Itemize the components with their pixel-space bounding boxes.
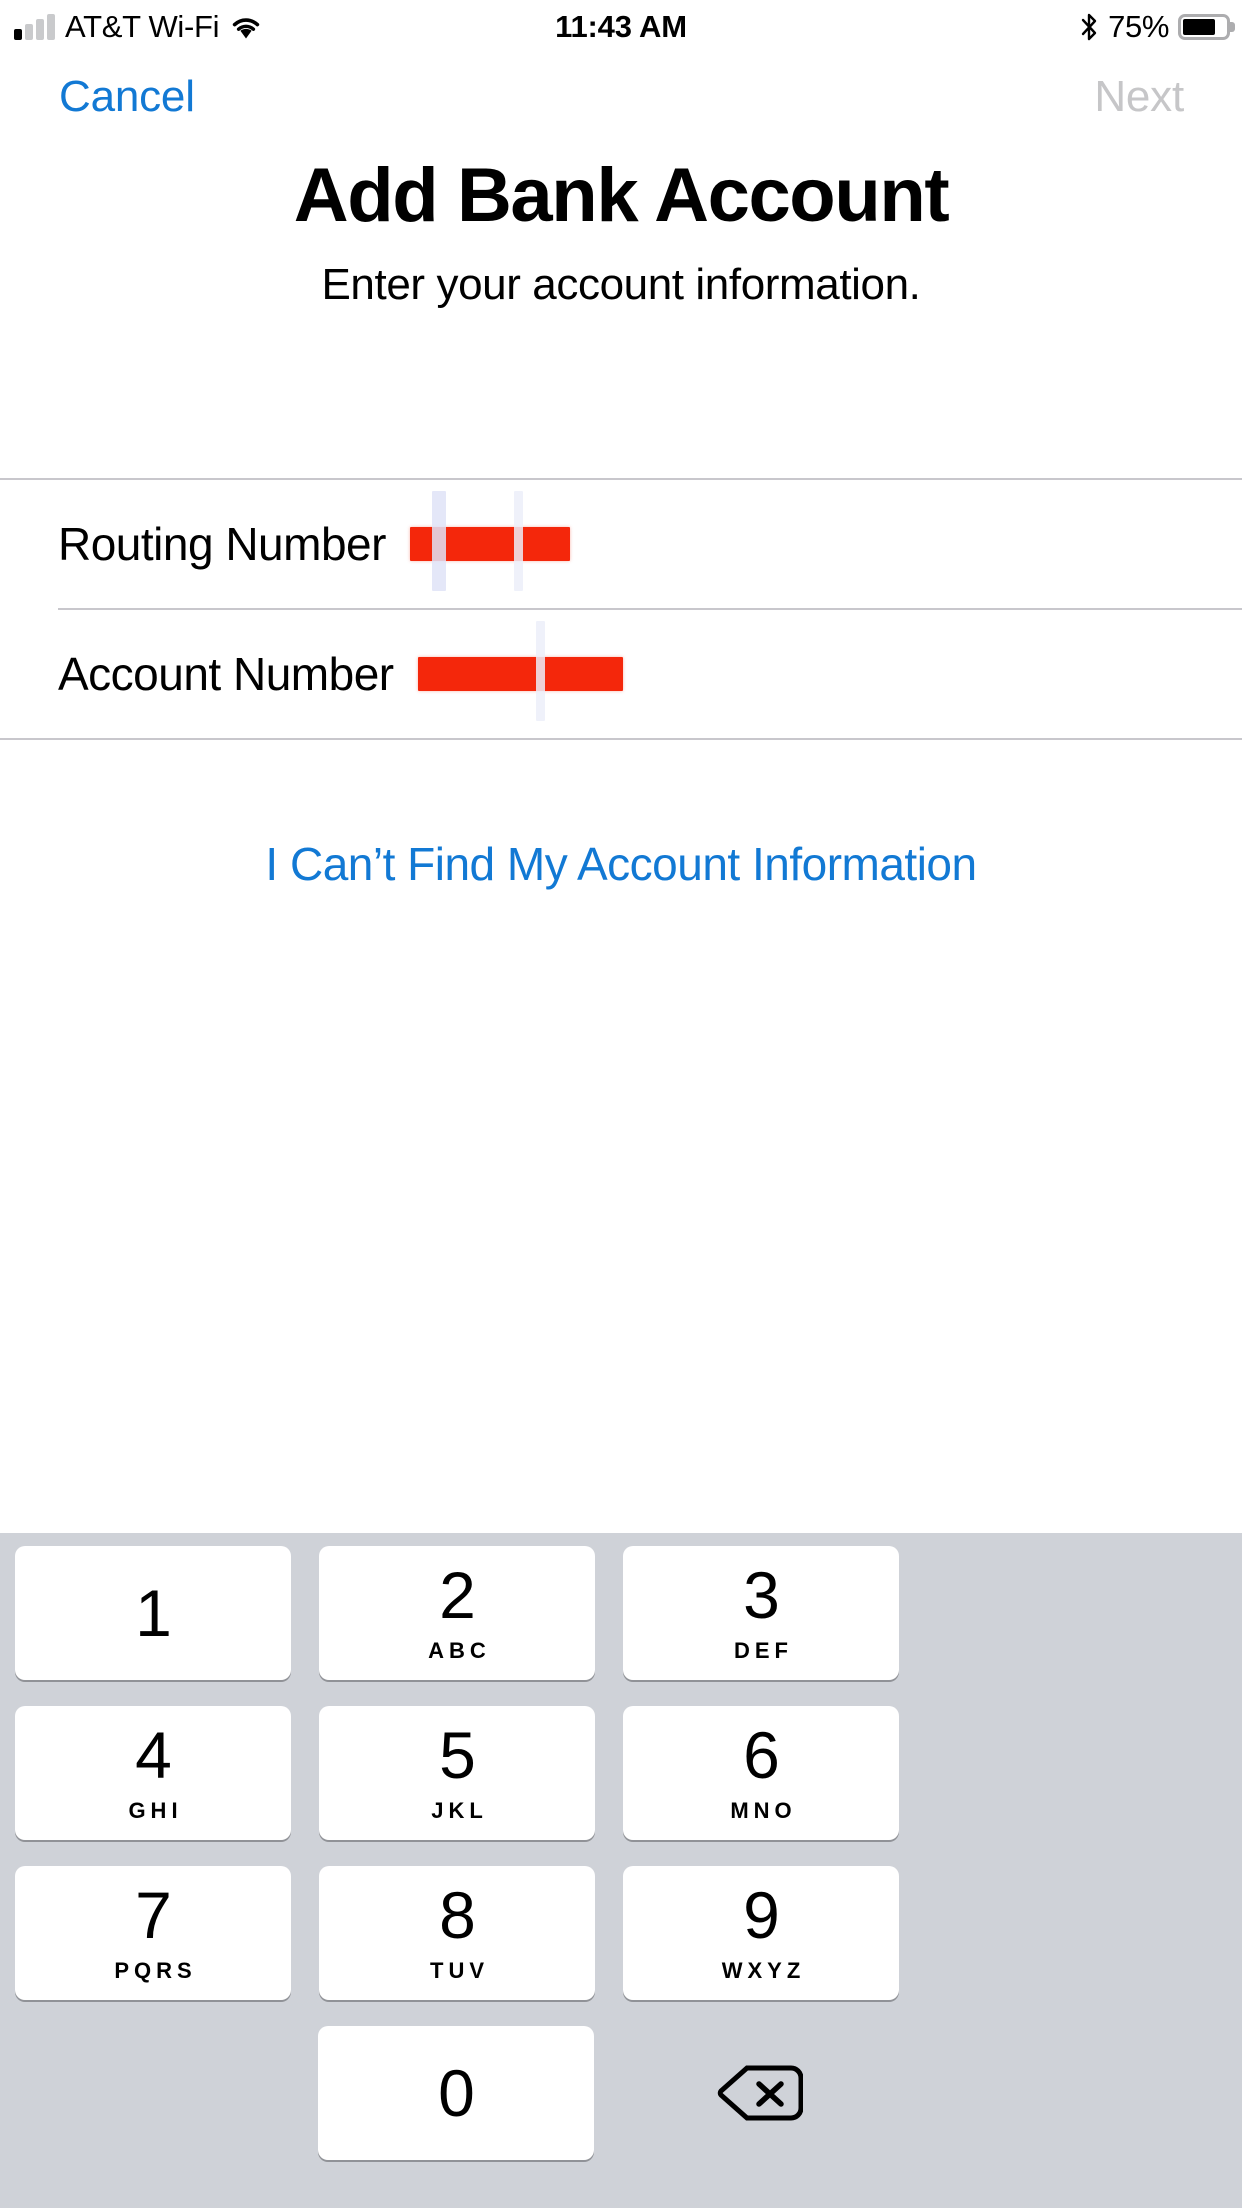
key-7[interactable]: 7 PQRS bbox=[15, 1866, 291, 2000]
key-digit: 1 bbox=[135, 1576, 172, 1650]
account-number-row[interactable]: Account Number bbox=[0, 610, 1242, 738]
text-glyph-artifact bbox=[513, 491, 523, 591]
text-glyph-artifact bbox=[535, 621, 545, 721]
battery-icon bbox=[1178, 14, 1230, 40]
key-digit: 8 bbox=[439, 1878, 476, 1952]
battery-percent-label: 75% bbox=[1108, 9, 1169, 44]
key-5[interactable]: 5 JKL bbox=[319, 1706, 595, 1840]
key-letters: JKL bbox=[431, 1798, 488, 1823]
keypad-row-4: 0 bbox=[0, 2026, 1242, 2186]
key-letters: MNO bbox=[730, 1798, 797, 1823]
status-bar: AT&T Wi-Fi 11:43 AM 75% bbox=[0, 0, 1242, 54]
key-digit: 6 bbox=[743, 1718, 780, 1792]
key-digit: 9 bbox=[743, 1878, 780, 1952]
page-title: Add Bank Account bbox=[293, 153, 950, 238]
key-letters: WXYZ bbox=[721, 1958, 806, 1983]
account-number-label: Account Number bbox=[58, 648, 394, 700]
backspace-delete-icon[interactable] bbox=[608, 2026, 912, 2160]
key-digit: 3 bbox=[743, 1558, 780, 1632]
key-3[interactable]: 3 DEF bbox=[623, 1546, 899, 1680]
numeric-keypad: 1 2 ABC 3 DEF 4 GHI 5 JKL 6 MNO 7 PQRS 8… bbox=[0, 1533, 1242, 2208]
status-bar-center: 11:43 AM bbox=[0, 0, 1242, 54]
page-subtitle: Enter your account information. bbox=[321, 259, 921, 309]
keypad-row-2: 4 GHI 5 JKL 6 MNO bbox=[0, 1706, 1242, 1866]
key-1[interactable]: 1 bbox=[15, 1546, 291, 1680]
key-6[interactable]: 6 MNO bbox=[623, 1706, 899, 1840]
key-letters: DEF bbox=[734, 1638, 793, 1663]
header: Add Bank Account Enter your account info… bbox=[0, 150, 1242, 312]
key-letters: ABC bbox=[428, 1638, 491, 1663]
keypad-row-3: 7 PQRS 8 TUV 9 WXYZ bbox=[0, 1866, 1242, 2026]
clock-label: 11:43 AM bbox=[555, 9, 687, 44]
key-9[interactable]: 9 WXYZ bbox=[623, 1866, 899, 2000]
battery-fill bbox=[1183, 19, 1215, 35]
key-4[interactable]: 4 GHI bbox=[15, 1706, 291, 1840]
bluetooth-icon bbox=[1079, 12, 1099, 42]
cant-find-account-info-link[interactable]: I Can’t Find My Account Information bbox=[265, 837, 977, 891]
text-cursor-artifact bbox=[431, 491, 446, 591]
key-2[interactable]: 2 ABC bbox=[319, 1546, 595, 1680]
keypad-spacer bbox=[0, 2026, 304, 2160]
key-digit: 4 bbox=[135, 1718, 172, 1792]
divider-bottom bbox=[0, 738, 1242, 740]
key-letters: PQRS bbox=[114, 1958, 197, 1983]
key-letters: GHI bbox=[128, 1798, 183, 1823]
key-letters: TUV bbox=[430, 1958, 489, 1983]
key-digit: 7 bbox=[135, 1878, 172, 1952]
routing-number-row[interactable]: Routing Number bbox=[0, 480, 1242, 608]
help-link-row: I Can’t Find My Account Information bbox=[0, 800, 1242, 928]
key-digit: 5 bbox=[439, 1718, 476, 1792]
key-8[interactable]: 8 TUV bbox=[319, 1866, 595, 2000]
key-0[interactable]: 0 bbox=[318, 2026, 594, 2160]
key-digit: 0 bbox=[438, 2056, 475, 2130]
navigation-bar: Cancel Next bbox=[0, 54, 1242, 140]
account-number-redaction bbox=[417, 657, 623, 691]
routing-number-value[interactable] bbox=[409, 491, 570, 591]
account-number-value[interactable] bbox=[417, 621, 623, 721]
form-section: Routing Number Account Number bbox=[0, 478, 1242, 740]
next-button[interactable]: Next bbox=[1094, 72, 1184, 122]
routing-number-label: Routing Number bbox=[58, 518, 386, 570]
cancel-button[interactable]: Cancel bbox=[59, 72, 195, 122]
key-digit: 2 bbox=[439, 1558, 476, 1632]
status-bar-right: 75% bbox=[1079, 0, 1230, 54]
keypad-row-1: 1 2 ABC 3 DEF bbox=[0, 1546, 1242, 1706]
